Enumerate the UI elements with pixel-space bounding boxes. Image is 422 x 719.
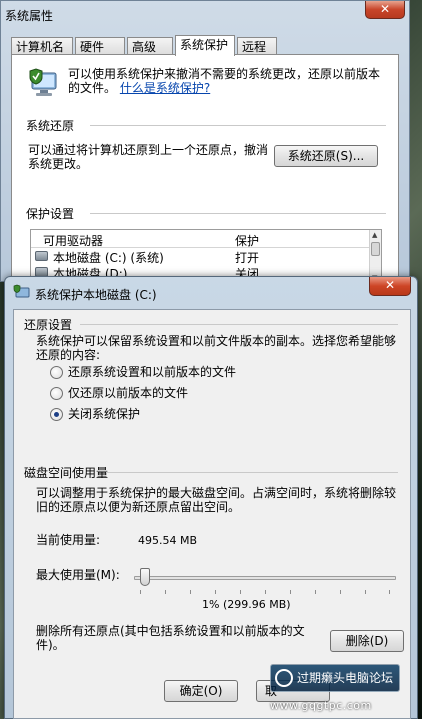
radio-label: 还原系统设置和以前版本的文件 xyxy=(68,365,237,379)
protection-settings-group-title: 保护设置 xyxy=(26,207,75,221)
group-divider xyxy=(90,213,386,214)
window-title: 系统保护本地磁盘 (C:) xyxy=(35,288,157,302)
radio-turn-off-protection[interactable] xyxy=(50,408,63,421)
system-restore-description: 可以通过将计算机还原到上一个还原点，撤消系统更改。 xyxy=(28,143,269,171)
column-available-drives: 可用驱动器 xyxy=(43,234,104,248)
intro-text: 可以使用系统保护来撤消不需要的系统更改，还原以前版本的文件。 什么是系统保护? xyxy=(68,67,388,95)
dialog-body: 还原设置 系统保护可以保留系统设置和以前文件版本的副本。选择您希望能够还原的内容… xyxy=(13,309,411,719)
slider-ticks xyxy=(140,590,390,596)
tab-system-protection[interactable]: 系统保护 xyxy=(175,35,235,56)
system-protection-icon xyxy=(29,68,57,96)
max-usage-readout: 1% (299.96 MB) xyxy=(202,598,291,611)
radio-label: 仅还原以前版本的文件 xyxy=(68,386,189,400)
system-restore-button[interactable]: 系统还原(S)... xyxy=(274,145,378,167)
restore-settings-description: 系统保护可以保留系统设置和以前文件版本的副本。选择您希望能够还原的内容: xyxy=(36,334,397,362)
intro-description: 可以使用系统保护来撤消不需要的系统更改，还原以前版本的文件。 xyxy=(68,67,381,95)
max-usage-label: 最大使用量(M): xyxy=(36,568,120,582)
delete-button[interactable]: 删除(D) xyxy=(330,630,404,652)
drives-table-header: 可用驱动器 保护 xyxy=(31,230,381,248)
close-button[interactable]: ✕ xyxy=(365,1,405,19)
table-row[interactable]: 本地磁盘 (C:) (系统) 打开 xyxy=(31,248,381,265)
disk-usage-group-title: 磁盘空间使用量 xyxy=(24,466,109,480)
disk-usage-description: 可以调整用于系统保护的最大磁盘空间。占满空间时，系统将删除较旧的还原点以便为新还… xyxy=(36,486,397,514)
group-divider xyxy=(80,324,398,325)
radio-restore-files-only[interactable] xyxy=(50,387,63,400)
forum-watermark: 过期癞头电脑论坛 xyxy=(270,664,400,692)
system-protection-icon xyxy=(13,284,30,298)
system-protection-dialog: 系统保护本地磁盘 (C:) ✕ 还原设置 系统保护可以保留系统设置和以前文件版本… xyxy=(4,276,418,719)
watermark-text: 过期癞头电脑论坛 xyxy=(297,671,394,685)
close-button[interactable]: ✕ xyxy=(369,277,411,296)
column-protection: 保护 xyxy=(235,234,260,248)
delete-restore-points-description: 删除所有还原点(其中包括系统设置和以前版本的文件)。 xyxy=(36,624,305,652)
current-usage-value: 495.54 MB xyxy=(138,534,198,547)
max-usage-slider-thumb[interactable] xyxy=(140,568,151,586)
max-usage-slider-track[interactable] xyxy=(134,576,396,580)
scroll-up-icon[interactable]: ▲ xyxy=(372,231,377,239)
radio-restore-settings-and-files[interactable] xyxy=(50,366,63,379)
system-properties-window: 系统属性 ✕ 计算机名 硬件 高级 系统保护 远程 可以使用系统保护来撤消不需要… xyxy=(0,0,410,285)
tab-remote[interactable]: 远程 xyxy=(237,37,277,55)
system-restore-group-title: 系统还原 xyxy=(26,119,75,133)
watermark-url: www.gqgtpc.com xyxy=(270,699,372,712)
restore-settings-group-title: 还原设置 xyxy=(24,318,73,332)
ok-button[interactable]: 确定(O) xyxy=(164,680,238,702)
radio-label: 关闭系统保护 xyxy=(68,407,141,421)
scroll-thumb[interactable] xyxy=(371,242,380,256)
tab-hardware[interactable]: 硬件 xyxy=(75,37,125,55)
what-is-system-protection-link[interactable]: 什么是系统保护? xyxy=(120,81,210,95)
group-divider xyxy=(106,472,398,473)
hard-drive-icon xyxy=(35,251,48,261)
titlebar: 系统属性 ✕ xyxy=(1,1,409,31)
titlebar: 系统保护本地磁盘 (C:) ✕ xyxy=(5,277,417,307)
current-usage-label: 当前使用量: xyxy=(36,533,101,547)
tab-computer-name[interactable]: 计算机名 xyxy=(11,37,73,55)
window-title: 系统属性 xyxy=(5,9,54,23)
group-divider xyxy=(90,125,386,126)
tab-advanced[interactable]: 高级 xyxy=(127,37,173,55)
tab-panel: 可以使用系统保护来撤消不需要的系统更改，还原以前版本的文件。 什么是系统保护? … xyxy=(11,54,399,285)
forum-logo-icon xyxy=(275,669,293,687)
